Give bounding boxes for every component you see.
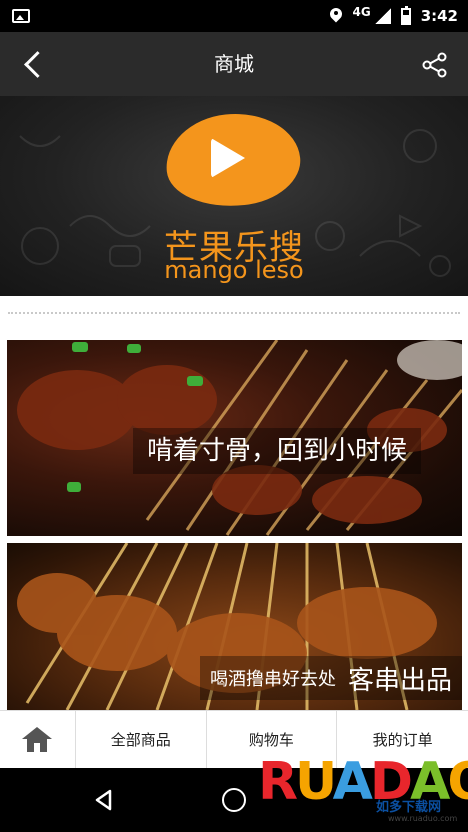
system-back-icon[interactable]	[92, 788, 116, 812]
image-icon	[12, 9, 30, 23]
signal-icon	[374, 8, 391, 24]
status-time: 3:42	[420, 7, 458, 25]
card-caption-brand: 客串出品	[347, 665, 452, 696]
status-icons: 4G 3:42	[330, 0, 458, 32]
location-icon	[330, 8, 342, 24]
tab-home[interactable]	[0, 711, 76, 768]
watermark-subtitle: 如多下载网	[376, 800, 442, 815]
home-icon	[22, 726, 53, 753]
brand-name-en: mango leso	[164, 256, 304, 284]
play-icon	[211, 138, 245, 178]
battery-icon	[400, 5, 411, 25]
card-caption: 喝酒撸串好去处 客串出品	[199, 656, 462, 700]
brand-banner: 芒果乐搜 mango leso	[0, 96, 468, 296]
tab-all-products[interactable]: 全部商品	[76, 711, 207, 768]
watermark-url: www.ruaduo.com	[388, 814, 458, 823]
card-caption: 啃着寸骨，回到小时候	[133, 428, 422, 474]
product-card[interactable]: 喝酒撸串好去处 客串出品	[7, 543, 462, 710]
system-home-icon[interactable]	[222, 788, 246, 812]
page-title: 商城	[214, 52, 254, 76]
card-caption-slogan: 喝酒撸串好去处	[209, 669, 336, 690]
status-bar: 4G 3:42	[0, 0, 468, 32]
share-icon[interactable]	[420, 50, 450, 80]
product-card[interactable]: 啃着寸骨，回到小时候	[7, 340, 462, 536]
watermark-logo: RUADAO 如多下载网 www.ruaduo.com	[258, 752, 468, 828]
nav-bar: 商城	[0, 32, 468, 96]
network-type: 4G	[352, 5, 371, 19]
divider	[8, 312, 460, 314]
